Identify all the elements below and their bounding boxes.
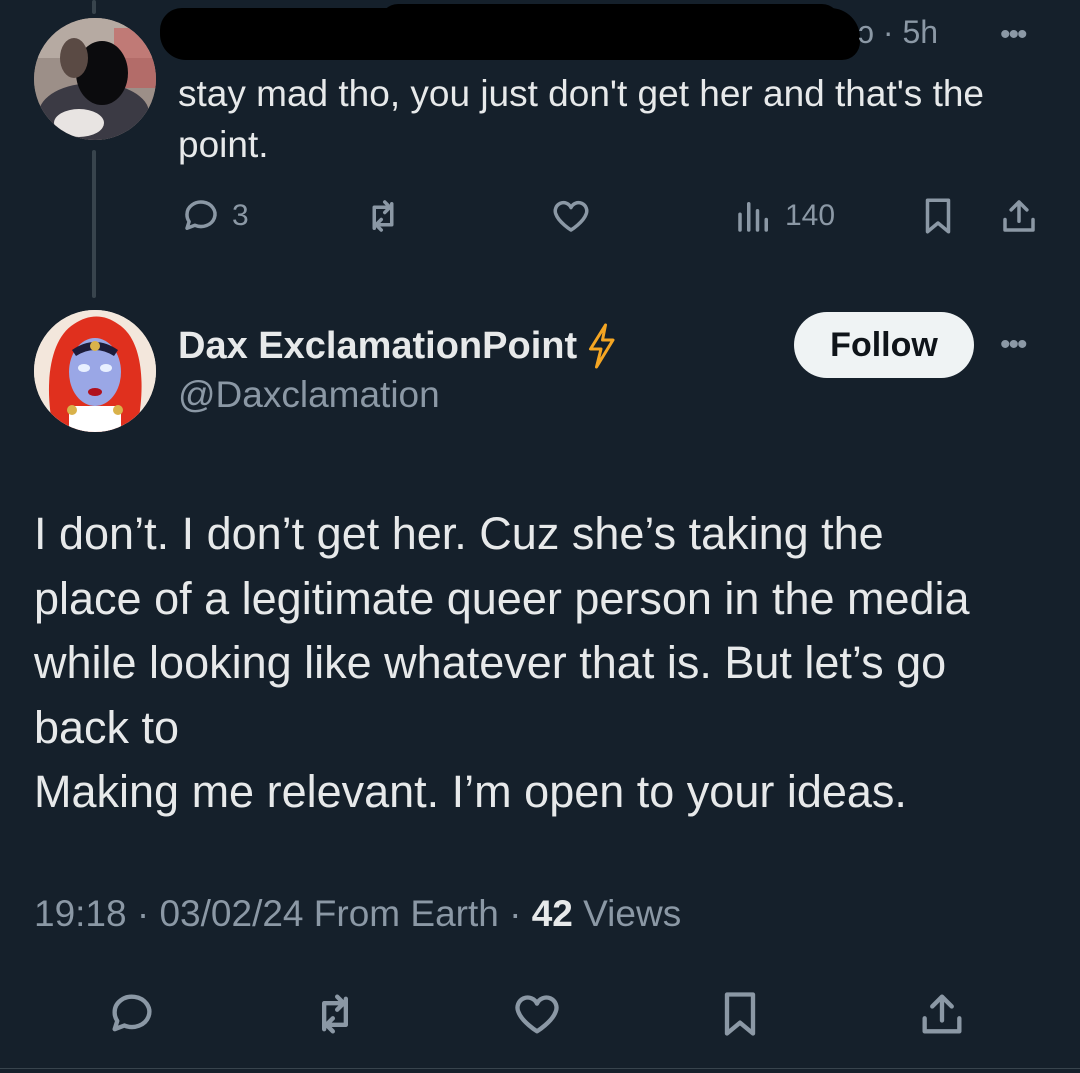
heart-icon — [515, 995, 559, 1034]
reply-timestamp[interactable]: ɔ · 5h — [858, 14, 938, 51]
reply-like-button[interactable] — [550, 194, 602, 238]
reply-views-button[interactable]: 140 — [733, 194, 835, 238]
bookmark-icon — [724, 992, 756, 1036]
reply-more-button[interactable]: ••• — [1000, 20, 1027, 50]
tweet-more-button[interactable]: ••• — [1000, 330, 1027, 360]
author-name-text: Dax ExclamationPoint — [178, 324, 578, 367]
redacted-handle — [380, 4, 840, 40]
views-icon — [738, 202, 768, 232]
tweet-text-line: while looking like whatever that is. But… — [34, 637, 947, 688]
author-avatar-image — [34, 310, 156, 432]
reply-avatar[interactable] — [34, 18, 156, 140]
tweet-text-line: Making me relevant. I’m open to your ide… — [34, 766, 907, 817]
share-icon — [922, 994, 962, 1034]
reply-text: stay mad tho, you just don't get her and… — [178, 73, 985, 165]
reply-reply-count: 3 — [232, 199, 249, 232]
tweet-date[interactable]: 03/02/24 — [159, 893, 303, 934]
tweet-text: I don’t. I don’t get her. Cuz she’s taki… — [34, 502, 1044, 825]
meta-separator: · — [136, 893, 160, 934]
tweet-time[interactable]: 19:18 — [34, 893, 127, 934]
tweet-metadata: 19:18 · 03/02/24 From Earth · 42 Views — [34, 893, 681, 935]
thread-connector-top — [92, 0, 96, 14]
lightning-bolt-icon — [589, 323, 615, 369]
tweet-views-label[interactable]: Views — [583, 893, 681, 934]
heart-icon — [553, 200, 589, 232]
bookmark-icon — [925, 198, 951, 234]
share-button[interactable] — [914, 986, 970, 1042]
reply-icon — [112, 994, 152, 1032]
tweet-views-count[interactable]: 42 — [532, 893, 573, 934]
tweet-thread: ɔ · 5h ••• stay mad tho, you just don't … — [0, 0, 1080, 1073]
reply-views-count: 140 — [785, 199, 836, 232]
bottom-divider — [0, 1068, 1080, 1069]
tweet-text-line: place of a legitimate queer person in th… — [34, 572, 970, 624]
reply-avatar-image — [34, 18, 156, 140]
repost-icon — [372, 200, 394, 232]
reply-repost-button[interactable] — [362, 194, 414, 238]
repost-button[interactable] — [307, 986, 363, 1042]
repost-icon — [322, 994, 348, 1034]
tweet-text-line: I don’t. I don’t get her. Cuz she’s taki… — [34, 508, 884, 559]
bookmark-button[interactable] — [712, 986, 768, 1042]
author-avatar[interactable] — [34, 310, 156, 432]
tweet-source: From Earth — [313, 893, 499, 934]
reply-icon — [185, 200, 217, 230]
share-icon — [1003, 200, 1035, 232]
reply-button[interactable] — [104, 986, 160, 1042]
author-display-name[interactable]: Dax ExclamationPoint — [178, 322, 619, 370]
reply-bookmark-button[interactable] — [917, 194, 959, 238]
thread-connector — [92, 150, 96, 298]
follow-button[interactable]: Follow — [794, 312, 974, 378]
meta-separator: · — [509, 893, 532, 934]
tweet-text-line: back to — [34, 701, 180, 753]
reply-reply-button[interactable]: 3 — [180, 194, 249, 238]
author-handle[interactable]: @Daxclamation — [178, 374, 440, 416]
reply-share-button[interactable] — [998, 194, 1040, 238]
like-button[interactable] — [509, 986, 565, 1042]
